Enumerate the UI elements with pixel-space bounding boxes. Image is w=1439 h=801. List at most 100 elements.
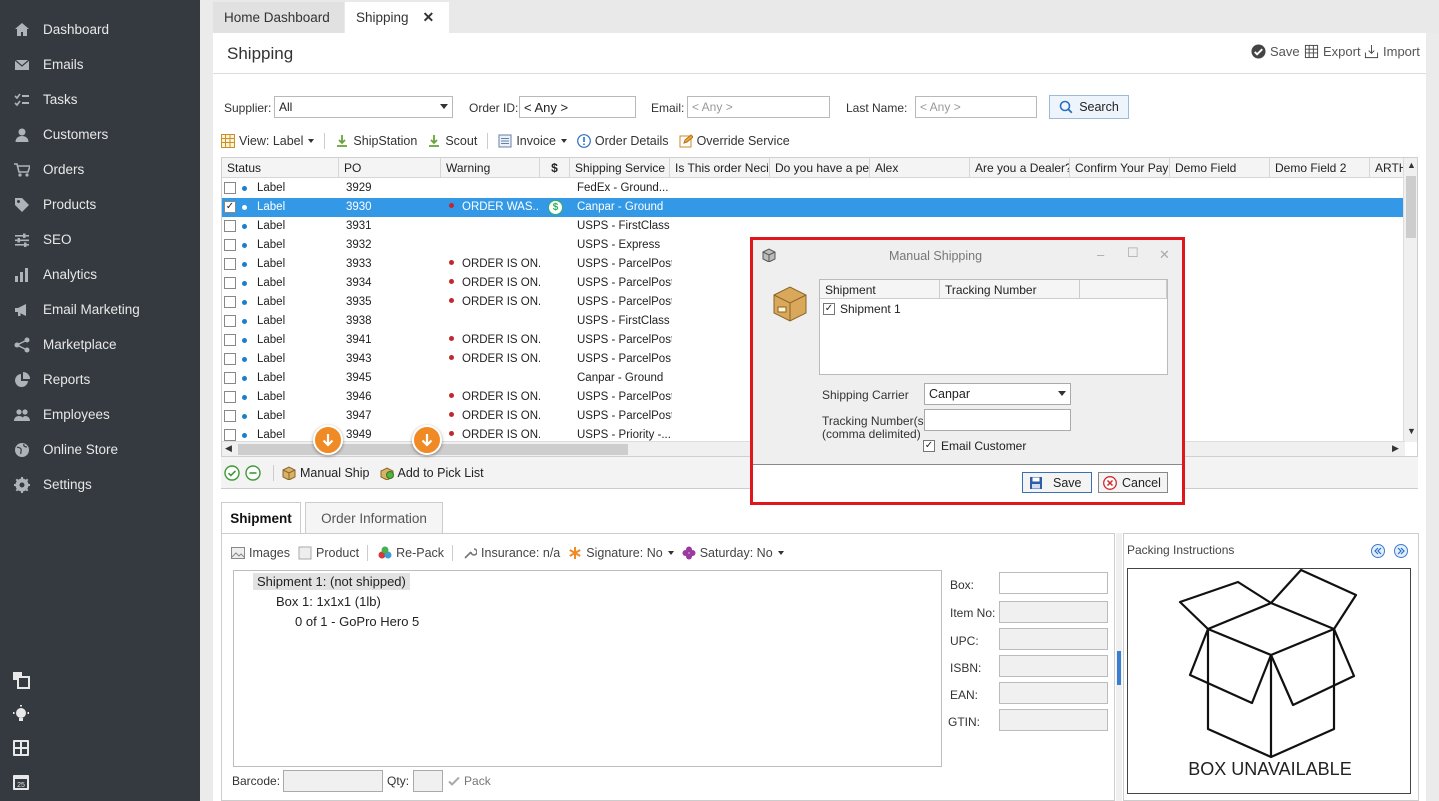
previous-icon[interactable] [1371, 544, 1385, 558]
row-checkbox[interactable] [224, 182, 236, 194]
check-all-icon[interactable] [224, 464, 240, 481]
tree-node-item[interactable]: 0 of 1 - GoPro Hero 5 [295, 614, 419, 629]
invoice-dropdown[interactable]: Invoice [498, 134, 567, 148]
table-row[interactable]: Label 3931 USPS - FirstClass [222, 217, 1405, 236]
grid-column-header[interactable]: Status [222, 158, 339, 178]
next-icon[interactable] [1394, 544, 1408, 558]
calendar-icon[interactable]: 25 [12, 773, 30, 791]
grid-column-header[interactable]: Shipping Service [570, 158, 670, 178]
email-customer-checkbox[interactable]: ✓ [923, 440, 935, 452]
order-id-input[interactable]: < Any > [519, 96, 636, 118]
scroll-up-icon[interactable]: ▲ [1407, 160, 1416, 170]
save-button[interactable]: Save [1251, 44, 1300, 59]
view-dropdown[interactable]: View: Label [221, 134, 315, 148]
row-checkbox[interactable] [224, 334, 236, 346]
table-row[interactable]: Label 3929 FedEx - Ground... [222, 179, 1405, 198]
tab-shipment[interactable]: Shipment [221, 502, 301, 534]
sidebar-item-dashboard[interactable]: Dashboard [0, 12, 200, 47]
sidebar-item-seo[interactable]: SEO [0, 222, 200, 257]
sidebar-item-analytics[interactable]: Analytics [0, 257, 200, 292]
shipment-row[interactable]: ✓ Shipment 1 [823, 302, 901, 316]
grid-column-header[interactable]: Demo Field [1170, 158, 1270, 178]
row-checkbox[interactable] [224, 220, 236, 232]
row-checkbox[interactable] [224, 277, 236, 289]
minimize-icon[interactable]: – [1097, 247, 1104, 262]
box-input[interactable] [999, 572, 1108, 594]
row-checkbox[interactable] [224, 315, 236, 327]
windows-icon[interactable] [12, 671, 30, 689]
import-button[interactable]: Import [1364, 44, 1420, 59]
uncheck-all-icon[interactable] [245, 464, 261, 481]
pack-button[interactable]: Pack [447, 774, 491, 788]
tab-shipping[interactable]: Shipping ✕ [345, 2, 449, 33]
repack-button[interactable]: Re-Pack [378, 546, 444, 560]
product-button[interactable]: Product [298, 546, 359, 560]
insurance-button[interactable]: Insurance: n/a [463, 546, 560, 560]
sidebar-item-customers[interactable]: Customers [0, 117, 200, 152]
vertical-scrollbar[interactable]: ▲ ▼ [1403, 158, 1417, 442]
dialog-save-button[interactable]: Save [1022, 472, 1092, 493]
row-checkbox[interactable]: ✓ [224, 201, 236, 213]
shipstation-button[interactable]: ShipStation [335, 134, 417, 148]
sidebar-item-email-marketing[interactable]: Email Marketing [0, 292, 200, 327]
grid-column-header[interactable]: Is This order Neci [670, 158, 770, 178]
supplier-select[interactable]: All [274, 96, 453, 118]
row-checkbox[interactable] [224, 429, 236, 441]
last-name-input[interactable]: < Any > [915, 96, 1037, 118]
barcode-input[interactable] [283, 770, 384, 792]
row-checkbox[interactable] [224, 258, 236, 270]
sidebar-item-products[interactable]: Products [0, 187, 200, 222]
sidebar-item-tasks[interactable]: Tasks [0, 82, 200, 117]
saturday-dropdown[interactable]: Saturday: No [682, 546, 784, 560]
tracking-number-input[interactable] [924, 409, 1071, 431]
tree-node-shipment[interactable]: Shipment 1: (not shipped) [253, 573, 410, 590]
scroll-thumb[interactable] [1406, 176, 1416, 238]
scroll-down-icon[interactable]: ▼ [1407, 426, 1416, 436]
tab-order-information[interactable]: Order Information [305, 502, 443, 534]
scout-button[interactable]: Scout [427, 134, 477, 148]
row-checkbox[interactable] [224, 410, 236, 422]
email-input[interactable]: < Any > [687, 96, 830, 118]
lightbulb-icon[interactable] [12, 705, 30, 723]
dialog-cancel-button[interactable]: Cancel [1098, 472, 1168, 493]
grid-column-header[interactable]: $ [540, 158, 570, 178]
row-checkbox[interactable] [224, 372, 236, 384]
maximize-icon[interactable]: ☐ [1127, 245, 1139, 261]
carrier-select[interactable]: Canpar [924, 383, 1071, 405]
scroll-right-icon[interactable]: ▶ [1392, 443, 1399, 454]
grid-column-header[interactable]: Alex [870, 158, 970, 178]
sidebar-item-emails[interactable]: Emails [0, 47, 200, 82]
manual-ship-button[interactable]: Manual Ship [282, 466, 370, 480]
grid-column-header[interactable]: Demo Field 2 [1270, 158, 1370, 178]
sidebar-item-employees[interactable]: Employees [0, 397, 200, 432]
sidebar-item-online-store[interactable]: Online Store [0, 432, 200, 467]
sidebar-item-reports[interactable]: Reports [0, 362, 200, 397]
order-details-button[interactable]: Order Details [577, 134, 669, 148]
export-button[interactable]: Export [1304, 44, 1361, 59]
sidebar-item-marketplace[interactable]: Marketplace [0, 327, 200, 362]
tab-home-dashboard[interactable]: Home Dashboard [213, 2, 344, 33]
row-checkbox[interactable] [224, 296, 236, 308]
dollar-icon[interactable]: $ [548, 200, 563, 215]
search-button[interactable]: Search [1049, 95, 1129, 119]
close-icon[interactable]: ✕ [1159, 247, 1170, 263]
email-customer-toggle[interactable]: ✓ Email Customer [923, 439, 1026, 453]
grid-column-header[interactable]: Are you a Dealer? [970, 158, 1070, 178]
row-checkbox[interactable] [224, 239, 236, 251]
override-service-button[interactable]: Override Service [679, 134, 790, 148]
tree-node-box[interactable]: Box 1: 1x1x1 (1lb) [276, 594, 381, 609]
close-tab-icon[interactable]: ✕ [423, 9, 435, 26]
grid-column-header[interactable]: Warning [441, 158, 540, 178]
row-checkbox[interactable] [224, 391, 236, 403]
calculator-icon[interactable] [12, 739, 30, 757]
grid-column-header[interactable]: Do you have a pe [770, 158, 870, 178]
signature-dropdown[interactable]: Signature: No [568, 546, 674, 560]
add-to-pick-list-button[interactable]: Add to Pick List [380, 466, 484, 480]
panel-splitter[interactable] [1116, 533, 1122, 801]
grid-column-header[interactable]: PO [339, 158, 441, 178]
qty-input[interactable] [413, 770, 444, 792]
grid-column-header[interactable]: Confirm Your Pay [1070, 158, 1170, 178]
table-row[interactable]: ✓ Label 3930 ORDER WAS... $ Canpar - Ground [222, 198, 1405, 217]
scroll-left-icon[interactable]: ◀ [225, 443, 232, 454]
row-checkbox[interactable] [224, 353, 236, 365]
